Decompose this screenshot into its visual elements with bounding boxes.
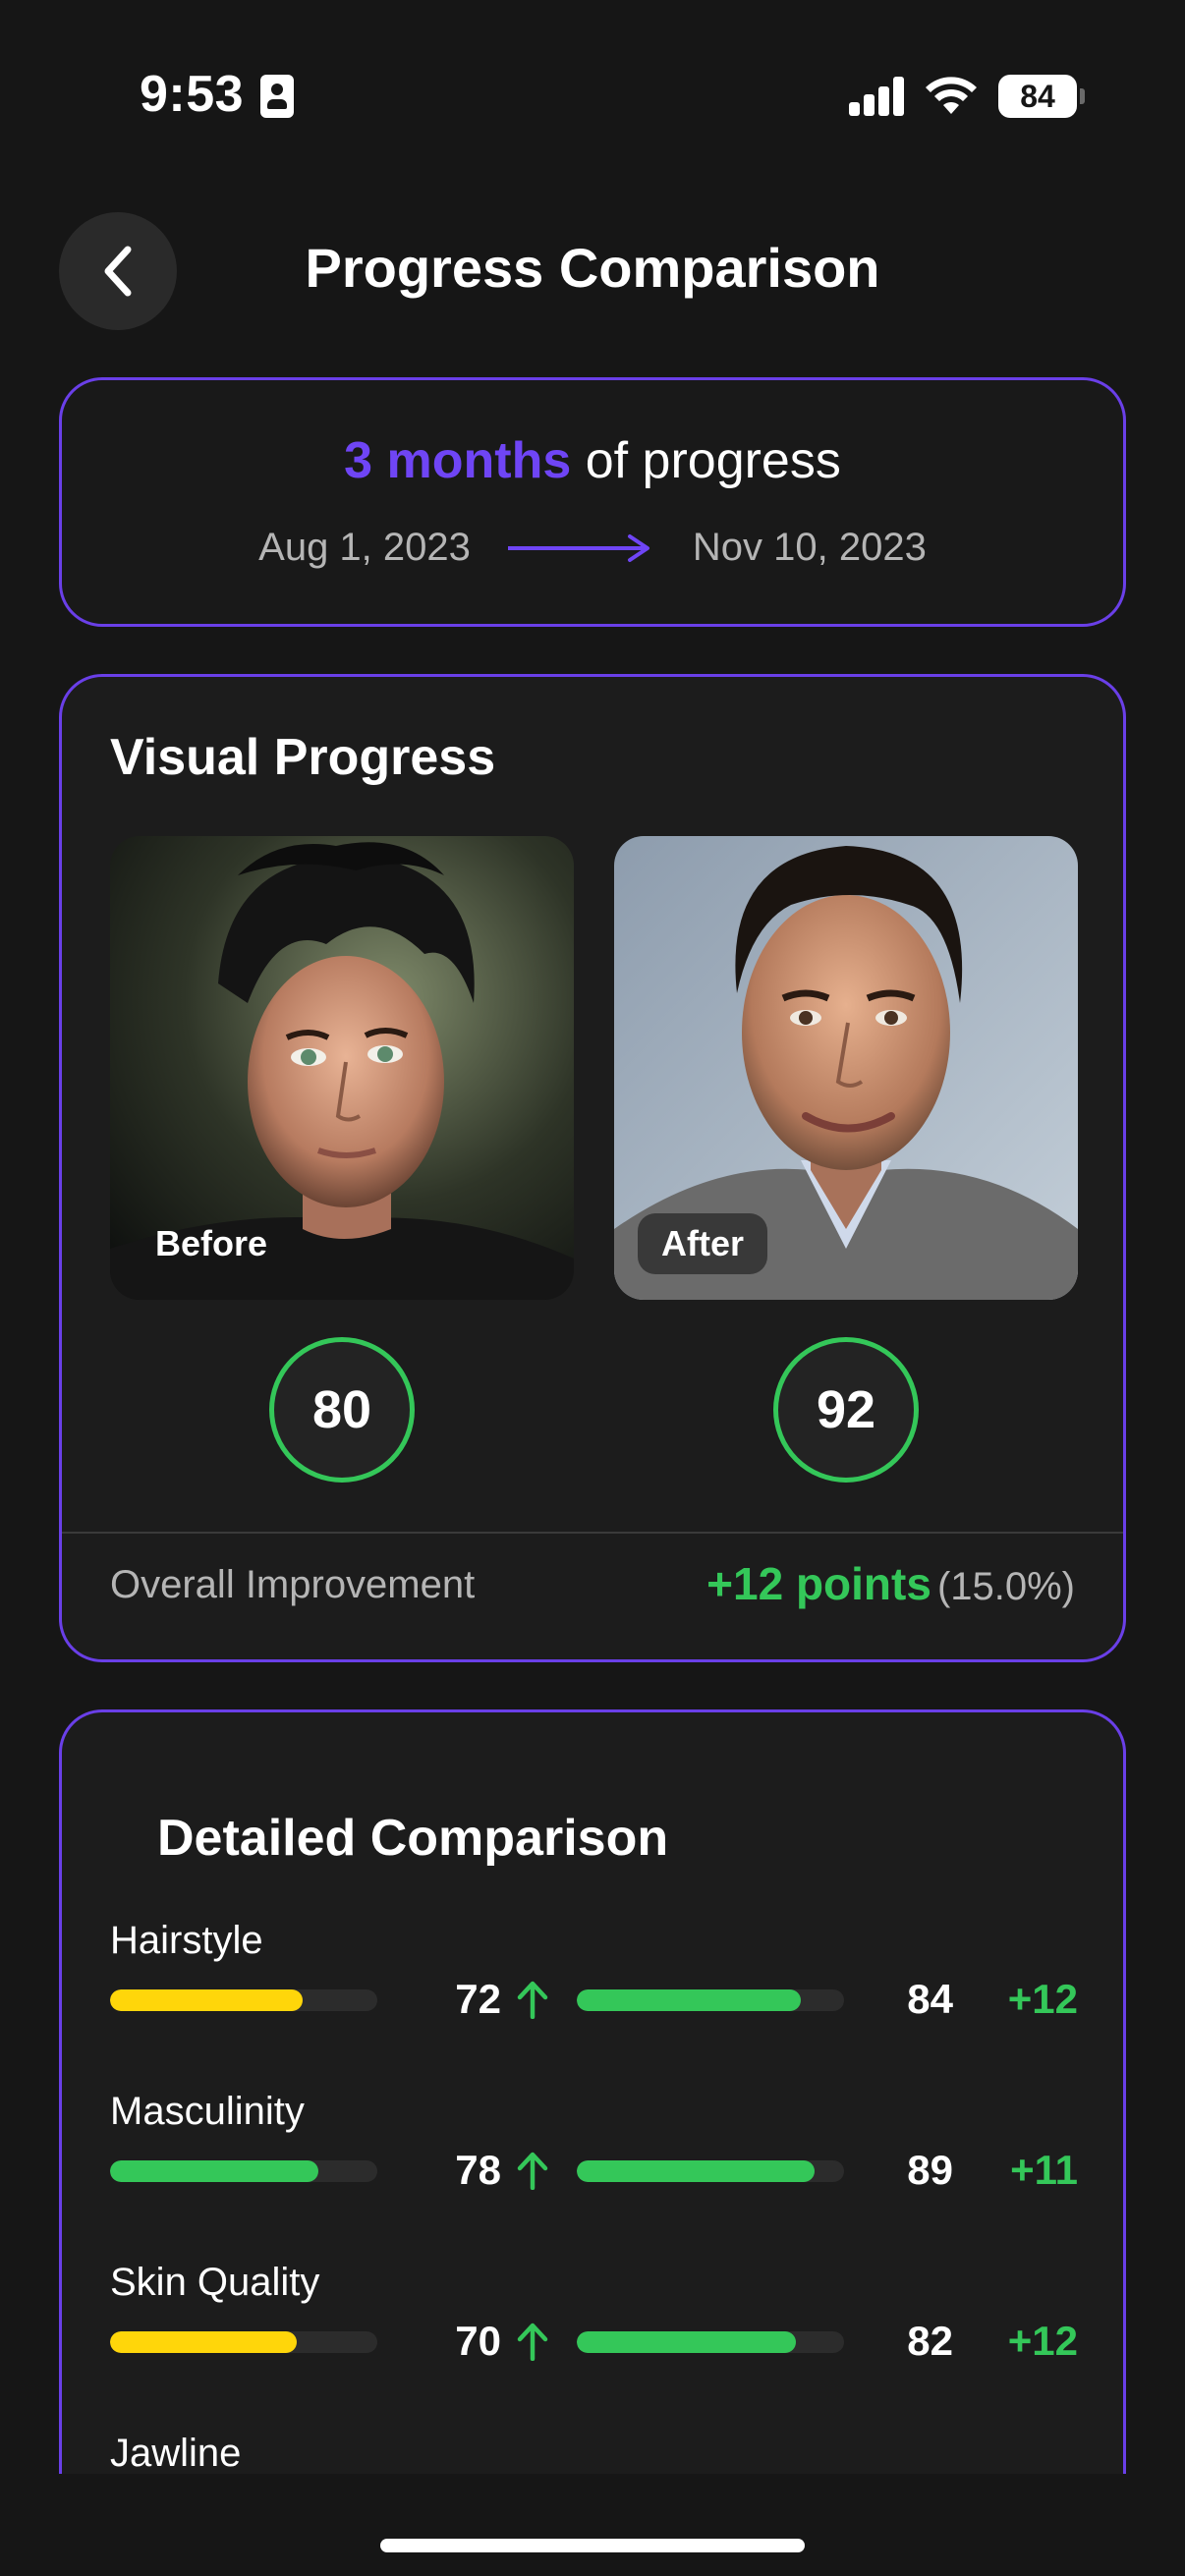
range-duration: 3 months <box>344 432 572 489</box>
metric-name: Jawline <box>110 2432 242 2475</box>
status-time: 9:53 <box>140 66 245 123</box>
progress-range-card: 3 months of progress Aug 1, 2023 Nov 10,… <box>59 377 1126 627</box>
arrow-up-icon <box>517 2323 548 2361</box>
metric-name: Masculinity <box>110 2090 305 2133</box>
range-headline: 3 months of progress <box>62 431 1123 490</box>
metric-row-hairstyle: Hairstyle 72 84 +12 <box>110 1919 1078 2090</box>
metric-row-masculinity: Masculinity 78 89 +11 <box>110 2090 1078 2261</box>
after-bar-fill <box>577 1989 802 2011</box>
arrow-up-icon <box>517 2152 548 2190</box>
after-value: 84 <box>907 1976 953 2022</box>
detailed-comparison-card: Detailed Comparison Hairstyle 72 84 +12 … <box>59 1709 1126 2576</box>
detailed-comparison-title: Detailed Comparison <box>157 1810 669 1867</box>
improvement-percent: (15.0%) <box>936 1565 1075 1608</box>
divider <box>62 1532 1123 1534</box>
before-bar-fill <box>110 2160 319 2182</box>
range-dates: Aug 1, 2023 Nov 10, 2023 <box>62 526 1123 570</box>
metric-name: Skin Quality <box>110 2261 320 2304</box>
before-label: Before <box>155 1223 268 1263</box>
battery-indicator: 84 <box>998 75 1085 118</box>
metric-name: Hairstyle <box>110 1919 263 1962</box>
range-suffix: of progress <box>571 432 841 489</box>
after-value: 89 <box>907 2147 953 2193</box>
home-indicator[interactable] <box>380 2539 805 2552</box>
before-value: 78 <box>455 2147 501 2193</box>
before-value: 70 <box>455 2318 501 2364</box>
cellular-signal-icon <box>849 77 906 116</box>
overall-improvement-value: +12 points (15.0%) <box>706 1557 1075 1610</box>
arrow-right-icon <box>507 533 649 562</box>
delta-value: +12 <box>1007 1976 1078 2022</box>
end-date: Nov 10, 2023 <box>692 526 927 569</box>
after-photo[interactable]: After <box>614 836 1078 1300</box>
wifi-icon <box>926 77 977 114</box>
start-date: Aug 1, 2023 <box>258 526 471 569</box>
after-label: After <box>638 1213 768 1274</box>
metric-row-skin-quality: Skin Quality 70 82 +12 <box>110 2261 1078 2432</box>
delta-value: +11 <box>1010 2147 1078 2193</box>
after-value: 82 <box>907 2318 953 2364</box>
after-bar <box>577 2331 844 2353</box>
after-bar-fill <box>577 2160 816 2182</box>
before-value: 72 <box>455 1976 501 2022</box>
after-bar-fill <box>577 2331 797 2353</box>
before-bar <box>110 2331 377 2353</box>
overall-improvement-label: Overall Improvement <box>110 1563 476 1606</box>
before-score-badge: 80 <box>269 1337 415 1483</box>
before-bar <box>110 2160 377 2182</box>
visual-progress-card: Visual Progress Before After 80 92 Overa… <box>59 674 1126 1662</box>
status-bar: 9:53 84 <box>0 0 1185 187</box>
before-bar <box>110 1989 377 2011</box>
before-bar-fill <box>110 1989 303 2011</box>
after-score-badge: 92 <box>773 1337 919 1483</box>
arrow-up-icon <box>517 1981 548 2019</box>
before-photo[interactable]: Before <box>110 836 574 1300</box>
contact-card-icon <box>260 75 294 118</box>
after-bar <box>577 1989 844 2011</box>
page-title: Progress Comparison <box>305 237 880 299</box>
visual-progress-title: Visual Progress <box>110 729 496 786</box>
improvement-points: +12 points <box>706 1558 931 1609</box>
before-bar-fill <box>110 2331 298 2353</box>
bottom-safe-area <box>0 2474 1185 2576</box>
delta-value: +12 <box>1007 2318 1078 2364</box>
after-bar <box>577 2160 844 2182</box>
